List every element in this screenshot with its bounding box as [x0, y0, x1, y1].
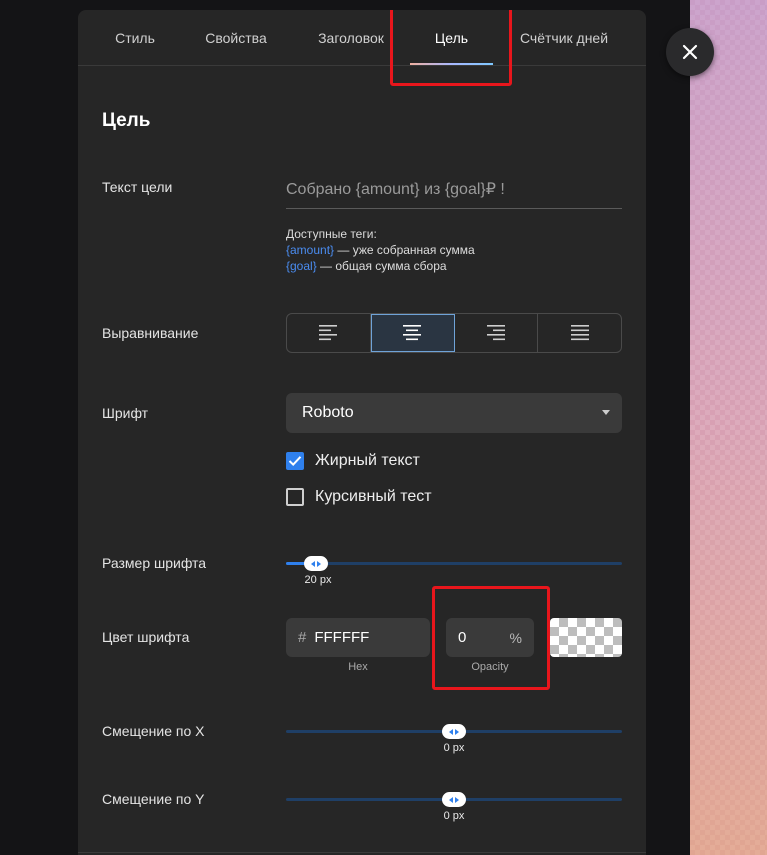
- font-size-label: Размер шрифта: [102, 555, 207, 571]
- tag-amount-row: {amount} — уже собранная сумма: [286, 242, 475, 258]
- hex-caption: Hex: [348, 661, 368, 673]
- settings-panel: Стиль Свойства Заголовок Цель Счётчик дн…: [78, 10, 646, 855]
- tab-properties[interactable]: Свойства: [192, 10, 280, 66]
- chevron-down-icon: [602, 410, 610, 415]
- tag-amount: {amount}: [286, 243, 335, 257]
- check-icon: [288, 456, 302, 467]
- alignment-button-group: [286, 313, 622, 353]
- font-size-value: 20 px: [304, 574, 332, 586]
- close-button[interactable]: [666, 28, 714, 76]
- italic-checkbox-row[interactable]: Курсивный тест: [286, 488, 432, 506]
- align-left-icon: [319, 325, 338, 341]
- bold-checkbox-row[interactable]: Жирный текст: [286, 452, 420, 470]
- bold-checkbox-label: Жирный текст: [315, 452, 420, 469]
- tab-heading[interactable]: Заголовок: [306, 10, 396, 66]
- font-size-slider[interactable]: [286, 556, 622, 571]
- preview-background: [690, 0, 767, 855]
- tags-heading: Доступные теги:: [286, 227, 377, 241]
- offset-y-label: Смещение по Y: [102, 791, 205, 807]
- goal-text-input[interactable]: Собрано {amount} из {goal}₽ !: [286, 174, 622, 209]
- offset-x-slider-thumb[interactable]: [442, 724, 466, 739]
- offset-x-value: 0 px: [443, 742, 465, 754]
- hex-color-input[interactable]: # FFFFFF: [286, 618, 430, 657]
- font-label: Шрифт: [102, 405, 149, 421]
- tab-style[interactable]: Стиль: [98, 10, 172, 66]
- hash-icon: #: [298, 629, 307, 646]
- tag-goal-desc: — общая сумма сбора: [316, 259, 447, 273]
- tag-goal: {goal}: [286, 259, 317, 273]
- tag-goal-row: {goal} — общая сумма сбора: [286, 258, 475, 274]
- offset-y-slider[interactable]: [286, 792, 622, 807]
- align-justify-button[interactable]: [538, 314, 621, 352]
- font-color-label: Цвет шрифта: [102, 629, 190, 645]
- offset-x-slider[interactable]: [286, 724, 622, 739]
- annotation-highlight-goal-tab: [390, 10, 512, 86]
- align-right-icon: [486, 325, 505, 341]
- italic-checkbox[interactable]: [286, 488, 304, 506]
- align-center-icon: [403, 325, 422, 341]
- align-left-button[interactable]: [287, 314, 371, 352]
- offset-y-slider-thumb[interactable]: [442, 792, 466, 807]
- italic-checkbox-label: Курсивный тест: [315, 488, 432, 505]
- bold-checkbox[interactable]: [286, 452, 304, 470]
- annotation-highlight-opacity: [432, 586, 550, 690]
- goal-text-label: Текст цели: [102, 179, 173, 195]
- tag-amount-desc: — уже собранная сумма: [334, 243, 475, 257]
- font-select-value: Roboto: [302, 404, 354, 421]
- align-justify-icon: [570, 325, 589, 341]
- available-tags-help: Доступные теги: {amount} — уже собранная…: [286, 226, 475, 274]
- color-preview-swatch[interactable]: [550, 618, 622, 657]
- align-right-button[interactable]: [455, 314, 539, 352]
- font-select[interactable]: Roboto: [286, 393, 622, 433]
- align-center-button[interactable]: [370, 314, 455, 352]
- tab-days-counter[interactable]: Счётчик дней: [508, 10, 620, 66]
- panel-divider: [78, 852, 646, 853]
- alignment-label: Выравнивание: [102, 325, 199, 341]
- offset-y-value: 0 px: [443, 810, 465, 822]
- font-size-slider-thumb[interactable]: [304, 556, 328, 571]
- offset-x-label: Смещение по X: [102, 723, 205, 739]
- tab-bar: Стиль Свойства Заголовок Цель Счётчик дн…: [78, 10, 646, 66]
- section-title: Цель: [102, 110, 151, 131]
- close-icon: [682, 44, 698, 60]
- hex-color-value: FFFFFF: [314, 629, 370, 646]
